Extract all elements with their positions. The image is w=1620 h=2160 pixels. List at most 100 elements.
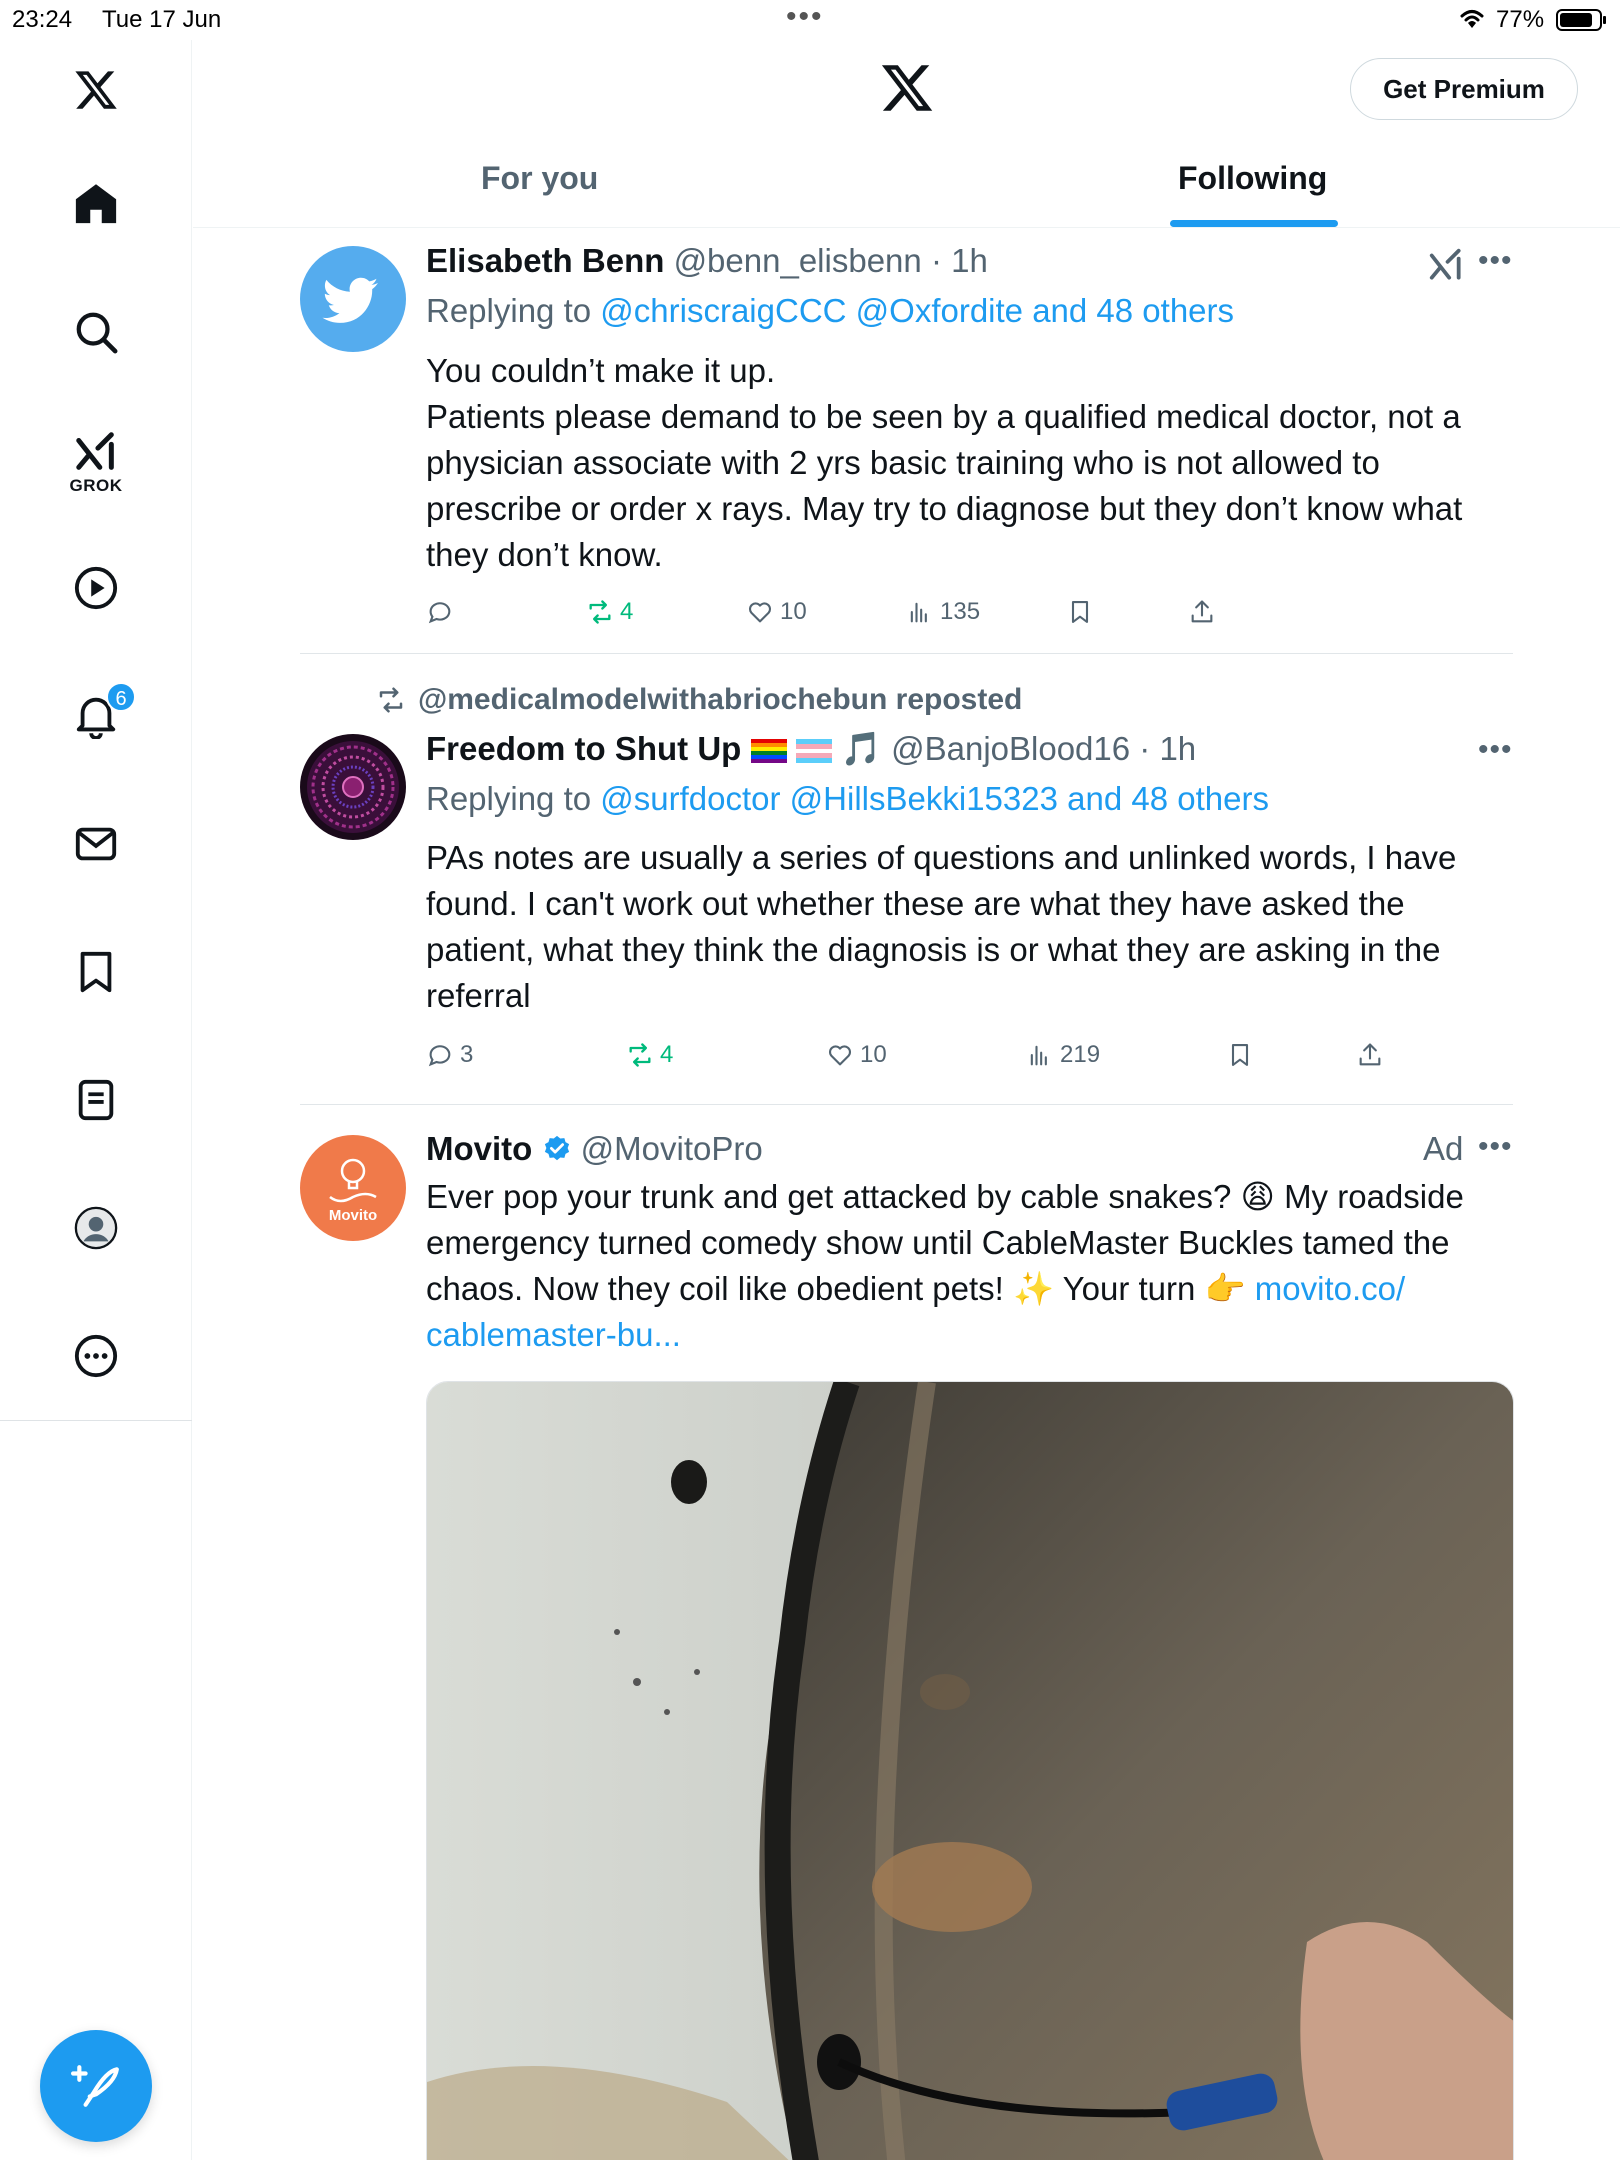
ad-link-continued[interactable]: cablemaster-bu... <box>426 1312 1516 1358</box>
reply-context: Replying to @surfdoctor @HillsBekki15323… <box>426 780 1269 818</box>
mandala-avatar-icon <box>307 741 399 833</box>
reply-button[interactable]: 3 <box>426 1041 473 1069</box>
timeline-header: Get Premium For you Following <box>193 40 1620 228</box>
video-play-icon[interactable] <box>66 558 126 618</box>
like-count: 10 <box>860 1041 887 1068</box>
home-icon[interactable] <box>66 174 126 234</box>
movito-avatar-text: Movito <box>328 1207 378 1224</box>
avatar[interactable] <box>300 246 406 352</box>
grok-icon[interactable] <box>1427 246 1465 284</box>
repost-icon <box>589 600 611 624</box>
author-name[interactable]: Elisabeth Benn <box>426 242 664 279</box>
author-handle[interactable]: @MovitoPro <box>581 1130 763 1167</box>
bookmark-button[interactable] <box>1066 598 1094 626</box>
search-icon[interactable] <box>66 302 126 362</box>
sidebar: GROK 6 <box>0 40 192 2160</box>
tweet-text: PAs notes are usually a series of questi… <box>426 835 1516 1019</box>
repost-count: 4 <box>620 598 634 625</box>
twitter-bird-icon <box>322 277 378 323</box>
tweet-divider <box>300 1104 1513 1105</box>
author-name[interactable]: Movito <box>426 1130 532 1167</box>
reply-button[interactable] <box>426 598 454 626</box>
status-bar: 23:24 Tue 17 Jun ••• 77% <box>0 0 1620 40</box>
wifi-icon <box>1460 10 1484 28</box>
more-icon[interactable] <box>66 1326 126 1386</box>
grok-icon[interactable] <box>66 422 126 482</box>
grok-label: GROK <box>69 476 123 495</box>
repost-button[interactable]: 4 <box>626 1041 673 1069</box>
views-chart-icon <box>1030 1045 1047 1066</box>
x-logo-icon[interactable] <box>879 60 935 116</box>
rainbow-flag-icon <box>750 739 787 764</box>
reply-mentions[interactable]: @chriscraigCCC @Oxfordite and 48 others <box>600 292 1234 329</box>
reply-mentions[interactable]: @surfdoctor @HillsBekki15323 and 48 othe… <box>600 780 1269 817</box>
author-handle[interactable]: @benn_elisbenn <box>674 242 922 279</box>
like-button[interactable]: 10 <box>746 598 807 626</box>
like-button[interactable]: 10 <box>826 1041 887 1069</box>
repost-context: @medicalmodelwithabriochebun reposted <box>376 683 1022 717</box>
notification-badge: 6 <box>106 682 136 712</box>
car-trunk-video-frame <box>427 1382 1513 2160</box>
tweet-text-line: Ever pop your trunk and get attacked by … <box>426 1178 1464 1215</box>
x-logo-icon[interactable] <box>66 60 126 120</box>
sidebar-divider <box>0 1420 192 1421</box>
more-options-icon[interactable]: ••• <box>1478 733 1513 767</box>
tweet-text-line: You couldn’t make it up. <box>426 352 776 389</box>
reply-icon <box>428 602 451 624</box>
tweet-text-line: they don’t know. <box>426 536 663 573</box>
bookmark-button[interactable] <box>1226 1041 1254 1069</box>
share-button[interactable] <box>1188 598 1216 626</box>
ad-video[interactable] <box>426 1381 1514 2160</box>
tweet-time[interactable]: · 1h <box>931 242 988 279</box>
battery-icon <box>1556 9 1606 31</box>
multitasking-dots-icon[interactable]: ••• <box>786 0 824 34</box>
replying-to-label: Replying to <box>426 780 592 817</box>
views-button[interactable]: 219 <box>1026 1041 1100 1069</box>
reposted-by[interactable]: @medicalmodelwithabriochebun reposted <box>418 683 1022 717</box>
replying-to-label: Replying to <box>426 292 592 329</box>
views-count: 135 <box>940 598 981 625</box>
views-chart-icon <box>910 602 927 623</box>
author-name[interactable]: Freedom to Shut Up <box>426 730 741 767</box>
share-button[interactable] <box>1356 1041 1384 1069</box>
compose-button[interactable] <box>40 2030 152 2142</box>
tweet-header: Movito @MovitoPro <box>426 1130 763 1168</box>
reply-count: 3 <box>460 1041 474 1068</box>
reply-context: Replying to @chriscraigCCC @Oxfordite an… <box>426 292 1234 330</box>
lists-icon[interactable] <box>66 1070 126 1130</box>
compose-icon <box>71 2065 119 2107</box>
tweet-text-line: PAs notes are usually a series of questi… <box>426 839 1457 876</box>
like-count: 10 <box>780 598 807 625</box>
tweet[interactable]: Elisabeth Benn @benn_elisbenn · 1h ••• R… <box>193 230 1620 650</box>
tweet-text-line: patient, what they think the diagnosis i… <box>426 931 1441 968</box>
tweet-time[interactable]: · 1h <box>1139 730 1196 767</box>
ad-link[interactable]: movito.co/ <box>1255 1270 1405 1307</box>
tweet-divider <box>300 653 1513 654</box>
more-options-icon[interactable]: ••• <box>1478 244 1513 278</box>
profile-icon[interactable] <box>66 1198 126 1258</box>
views-button[interactable]: 135 <box>906 598 980 626</box>
status-date: Tue 17 Jun <box>102 6 222 33</box>
movito-logo-icon <box>329 1158 377 1203</box>
more-options-icon[interactable]: ••• <box>1478 1130 1513 1164</box>
tweet-header: Elisabeth Benn @benn_elisbenn · 1h <box>426 242 988 280</box>
bookmark-icon <box>1231 1044 1249 1066</box>
avatar[interactable]: Movito <box>300 1135 406 1241</box>
tab-following[interactable]: Following <box>1178 160 1327 197</box>
bookmark-icon[interactable] <box>66 942 126 1002</box>
tab-for-you[interactable]: For you <box>481 160 598 197</box>
ad-tweet[interactable]: Movito Movito @MovitoPro Ad ••• Ever pop… <box>193 1106 1620 2160</box>
status-time: 23:24 <box>12 6 73 33</box>
music-note-emoji: 🎵 <box>840 730 882 767</box>
tweet[interactable]: @medicalmodelwithabriochebun reposted Fr… <box>193 655 1620 1103</box>
get-premium-button[interactable]: Get Premium <box>1350 58 1578 120</box>
tweet-text: Ever pop your trunk and get attacked by … <box>426 1174 1516 1358</box>
mail-icon[interactable] <box>66 814 126 874</box>
avatar[interactable] <box>300 734 406 840</box>
author-handle[interactable]: @BanjoBlood16 <box>891 730 1130 767</box>
tweet-text-line: physician associate with 2 yrs basic tra… <box>426 444 1380 481</box>
tweet-text-fragment: chaos. Now they coil like obedient pets!… <box>426 1270 1255 1307</box>
repost-button[interactable]: 4 <box>586 598 633 626</box>
share-icon <box>1359 1043 1381 1066</box>
repost-icon <box>379 687 403 713</box>
